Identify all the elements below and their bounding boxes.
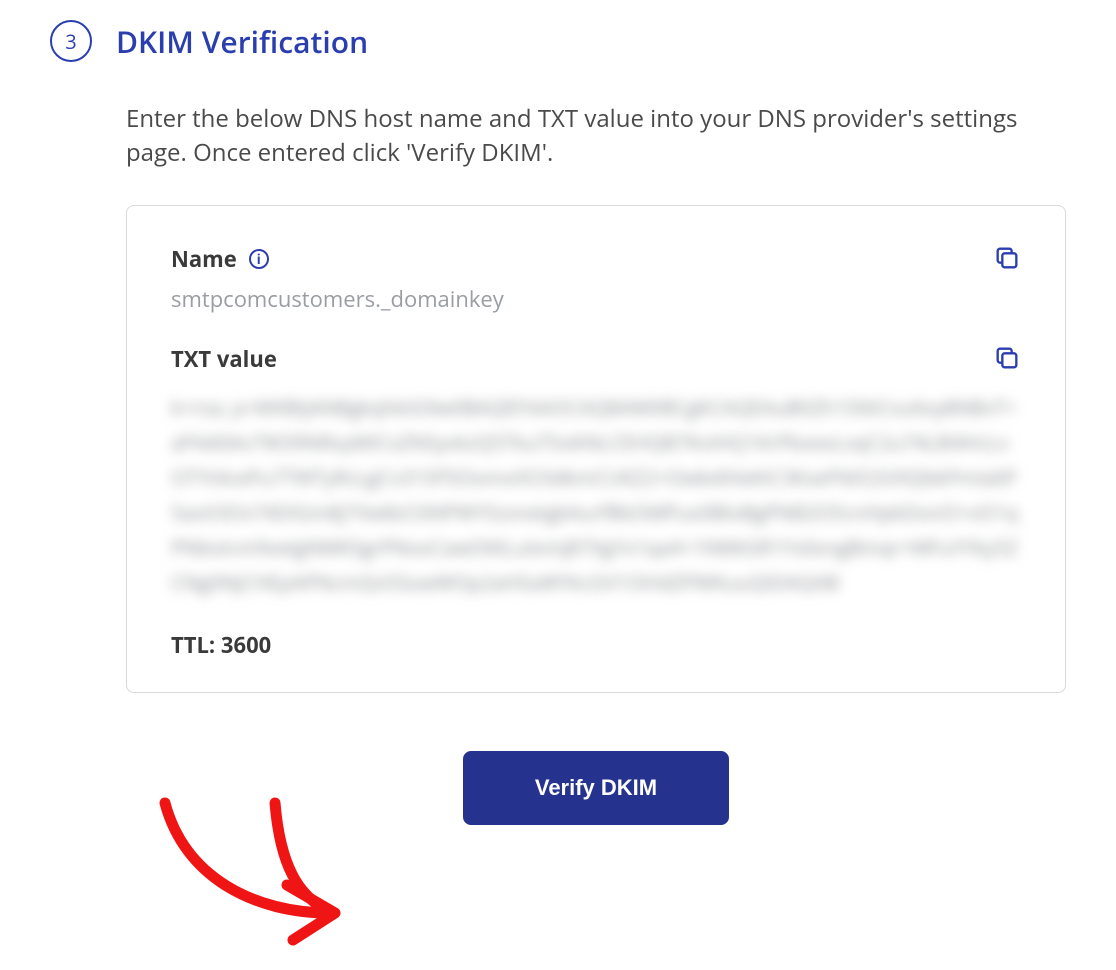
txt-field: TXT value k=rsa; p=MIIBIjANBgkqhkiG9w0BA… bbox=[171, 344, 1021, 600]
step-title: DKIM Verification bbox=[116, 21, 368, 62]
txt-label: TXT value bbox=[171, 344, 277, 374]
step-description: Enter the below DNS host name and TXT va… bbox=[126, 102, 1026, 169]
txt-value-blurred: k=rsa; p=MIIBIjANBgkqhkiG9w0BAQEFAAOCAQ8… bbox=[171, 390, 1021, 600]
dns-record-card: Name i smtpcomcustomers._domainkey TXT v… bbox=[126, 205, 1066, 693]
name-label: Name bbox=[171, 244, 237, 274]
info-icon[interactable]: i bbox=[249, 249, 269, 269]
ttl-row: TTL3600 bbox=[171, 630, 1021, 660]
step-number-badge: 3 bbox=[50, 20, 92, 62]
verify-dkim-button[interactable]: Verify DKIM bbox=[463, 751, 729, 825]
step-content: Enter the below DNS host name and TXT va… bbox=[126, 102, 1066, 825]
step-header: 3 DKIM Verification bbox=[50, 20, 1066, 62]
name-field: Name i smtpcomcustomers._domainkey bbox=[171, 244, 1021, 314]
step-number: 3 bbox=[65, 28, 76, 55]
name-value: smtpcomcustomers._domainkey bbox=[171, 284, 1021, 314]
copy-name-button[interactable] bbox=[993, 244, 1021, 272]
ttl-label: TTL bbox=[171, 630, 221, 660]
ttl-value: 3600 bbox=[221, 630, 271, 660]
copy-txt-button[interactable] bbox=[993, 344, 1021, 372]
annotation-arrow-icon bbox=[135, 808, 395, 958]
